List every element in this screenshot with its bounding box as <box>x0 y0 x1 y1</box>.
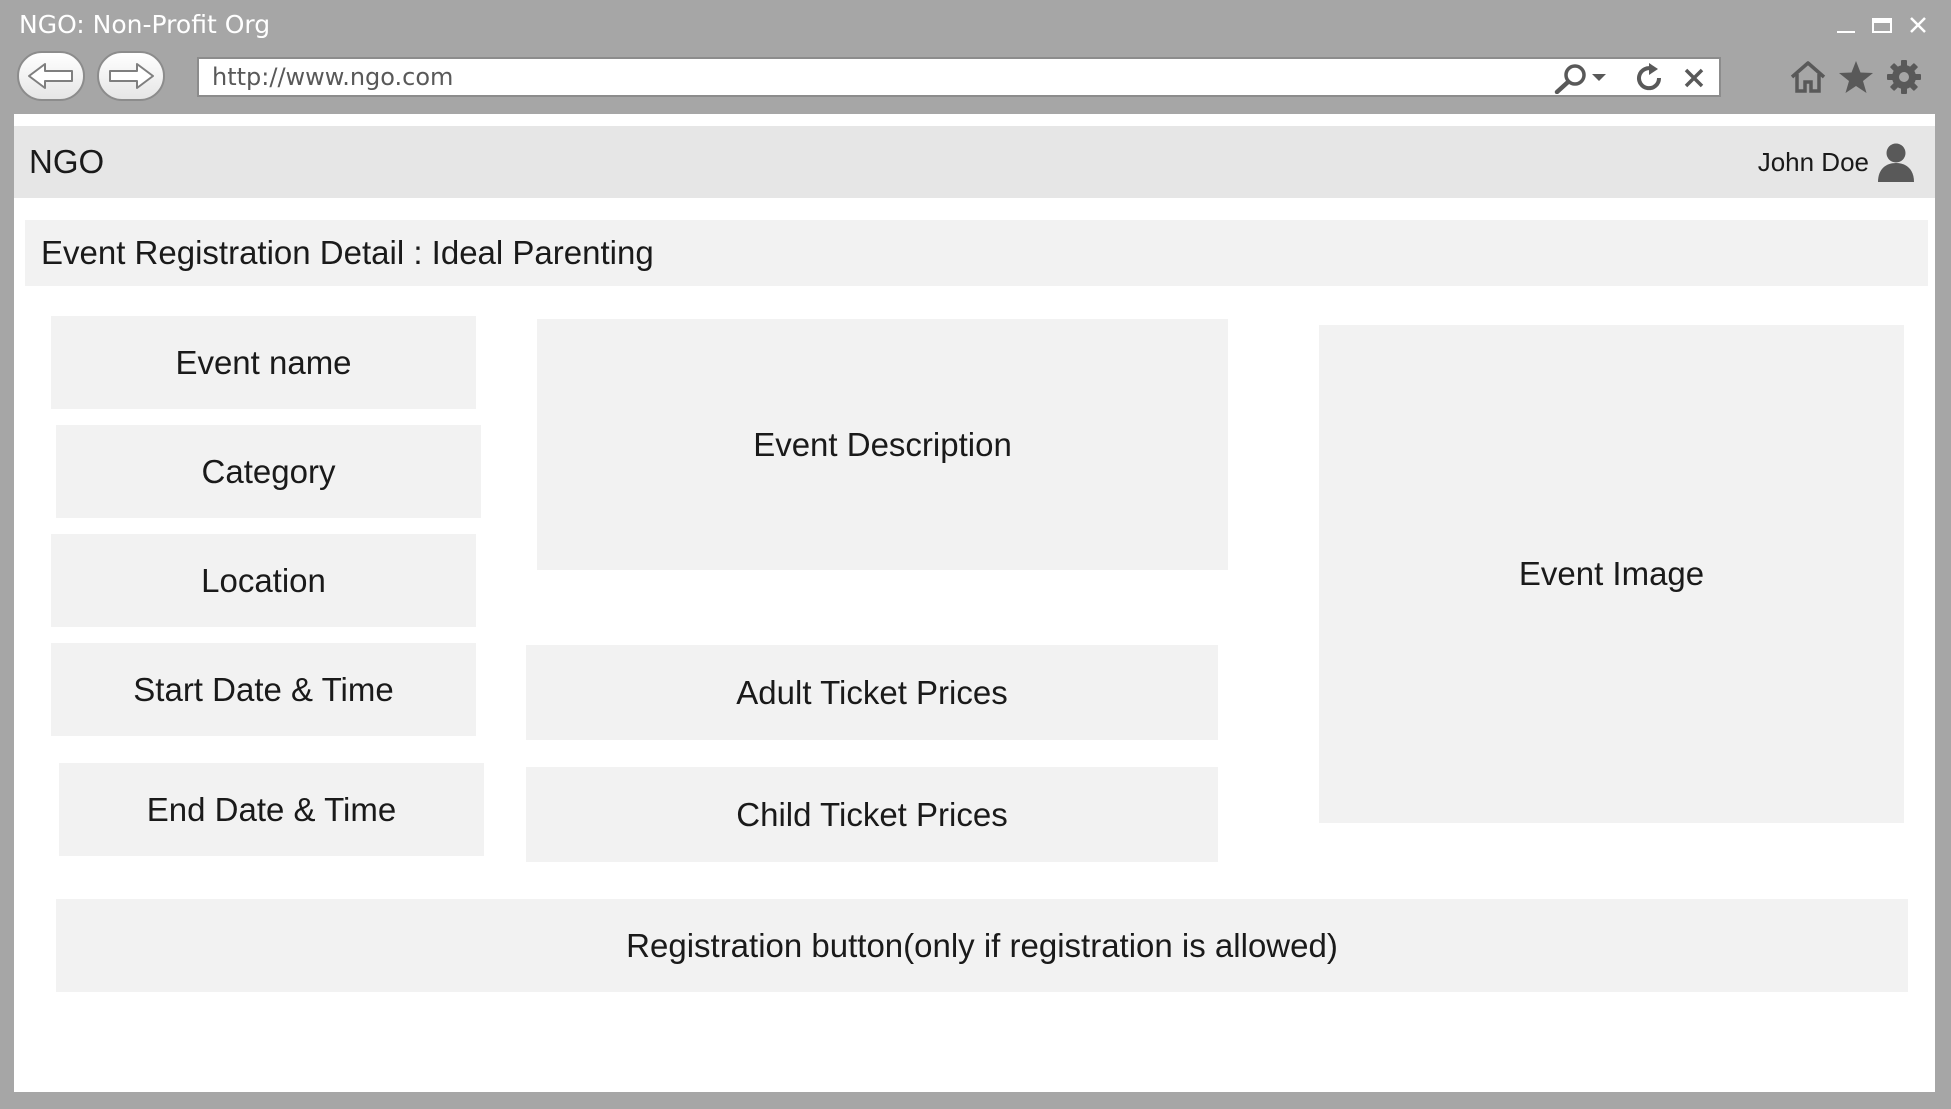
adult-ticket-prices-label: Adult Ticket Prices <box>736 673 1008 711</box>
category-label: Category <box>201 452 336 490</box>
page-title: Event Registration Detail : Ideal Parent… <box>41 234 654 271</box>
stop-icon[interactable] <box>1679 62 1709 94</box>
settings-gear-icon[interactable] <box>1884 57 1924 97</box>
page-viewport: NGO John Doe Event Registration Detail :… <box>14 114 1935 1092</box>
minimize-icon[interactable] <box>1835 14 1857 36</box>
window-title: NGO: Non-Profit Org <box>19 10 271 39</box>
event-name-label: Event name <box>175 343 352 381</box>
user-menu[interactable]: John Doe <box>1758 126 1915 198</box>
event-name-field: Event name <box>51 316 476 409</box>
event-description-label: Event Description <box>753 425 1012 463</box>
registration-button[interactable]: Registration button(only if registration… <box>56 899 1908 992</box>
search-dropdown-icon[interactable] <box>1547 62 1617 94</box>
event-image-label: Event Image <box>1518 555 1705 592</box>
child-ticket-prices-field: Child Ticket Prices <box>526 767 1218 862</box>
arrow-left-icon <box>28 63 73 89</box>
user-avatar-icon <box>1878 143 1914 182</box>
location-field: Location <box>51 534 476 627</box>
adult-ticket-prices-field: Adult Ticket Prices <box>526 645 1218 740</box>
address-bar[interactable]: http://www.ngo.com <box>197 57 1721 97</box>
back-button[interactable] <box>17 51 85 101</box>
event-description-field: Event Description <box>537 319 1228 570</box>
url-text[interactable]: http://www.ngo.com <box>212 59 453 95</box>
window-controls <box>1835 8 1929 42</box>
brand-logo[interactable]: NGO <box>29 126 104 198</box>
forward-button[interactable] <box>97 51 165 101</box>
maximize-icon[interactable] <box>1871 14 1893 36</box>
app-header: NGO John Doe <box>14 126 1935 198</box>
category-field: Category <box>56 425 481 518</box>
close-window-icon[interactable] <box>1907 14 1929 36</box>
child-ticket-prices-label: Child Ticket Prices <box>736 795 1008 833</box>
home-icon[interactable] <box>1788 57 1828 97</box>
user-name: John Doe <box>1757 146 1869 177</box>
registration-button-label: Registration button(only if registration… <box>626 926 1338 964</box>
start-datetime-field: Start Date & Time <box>51 643 476 736</box>
end-datetime-label: End Date & Time <box>146 790 397 828</box>
location-label: Location <box>201 561 326 599</box>
end-datetime-field: End Date & Time <box>59 763 484 856</box>
arrow-right-icon <box>109 63 154 89</box>
window-title-bar: NGO: Non-Profit Org <box>0 0 1951 50</box>
start-datetime-label: Start Date & Time <box>133 670 394 708</box>
page-title-bar: Event Registration Detail : Ideal Parent… <box>25 220 1928 286</box>
favorites-star-icon[interactable] <box>1836 57 1876 97</box>
refresh-icon[interactable] <box>1632 62 1666 94</box>
event-image: Event Image <box>1319 325 1904 823</box>
